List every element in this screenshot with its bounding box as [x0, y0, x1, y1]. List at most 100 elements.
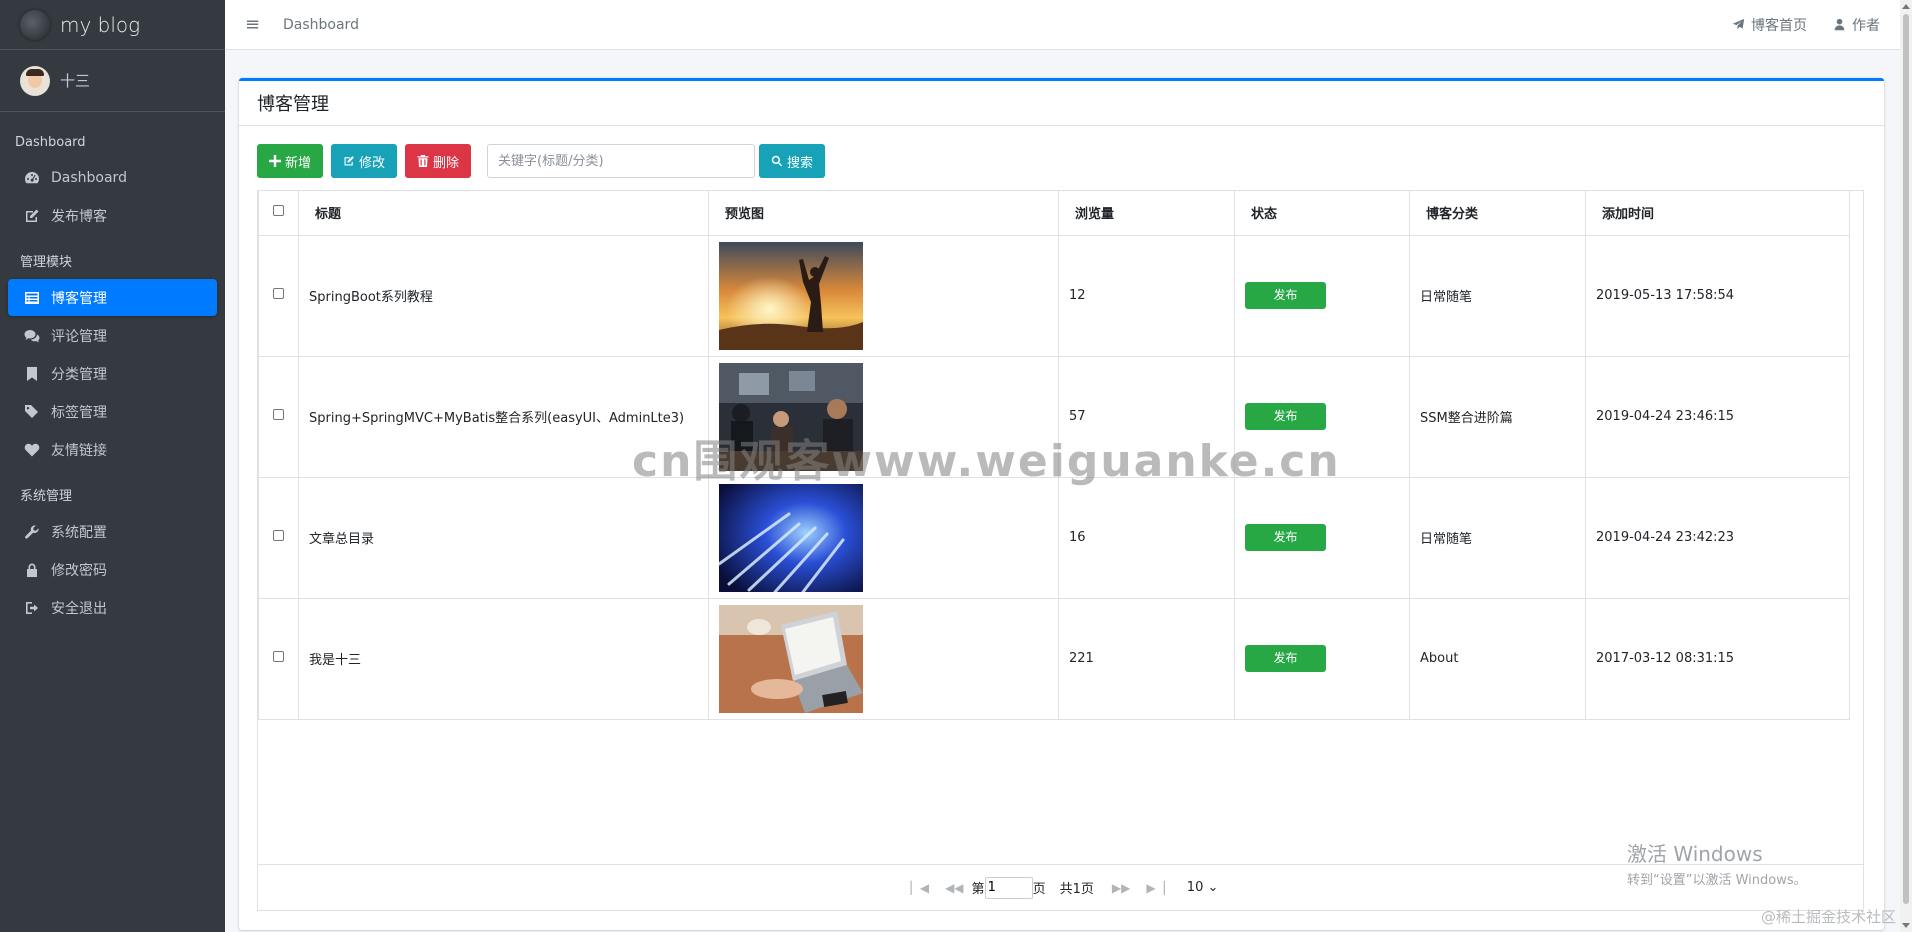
select-all-checkbox[interactable]: [273, 205, 284, 217]
sidebar-item-label: 博客管理: [51, 290, 107, 307]
cell-views: 57: [1058, 355, 1235, 478]
table-row[interactable]: 我是十三 221 发布 About 2017-03-12 08:31:15: [258, 597, 1850, 720]
trash-icon: [417, 155, 429, 167]
scroll-thumb[interactable]: [1903, 14, 1909, 904]
column-header-status[interactable]: 状态: [1234, 191, 1410, 236]
sidebar-item-comments[interactable]: 评论管理: [8, 317, 217, 354]
cell-added: 2017-03-12 08:31:15: [1585, 597, 1850, 720]
user-name: 十三: [60, 72, 91, 90]
plus-icon: [269, 155, 281, 167]
row-checkbox[interactable]: [273, 409, 284, 420]
add-button[interactable]: 新增: [257, 144, 324, 178]
nav-header-management: 管理模块: [20, 255, 73, 270]
page-size-value: 10: [1186, 880, 1204, 895]
sidebar-item-publish-blog[interactable]: 发布博客: [8, 197, 217, 234]
status-button[interactable]: 发布: [1245, 282, 1326, 309]
cell-status: 发布: [1234, 234, 1410, 357]
column-header-title[interactable]: 标题: [298, 191, 709, 236]
page-prefix: 第: [971, 882, 985, 897]
tags-icon: [23, 403, 41, 421]
search-icon: [771, 155, 783, 167]
search-input[interactable]: [487, 144, 756, 178]
paper-plane-icon: [1732, 18, 1745, 30]
sidebar-item-label: 友情链接: [51, 442, 107, 459]
sidebar-item-change-password[interactable]: 修改密码: [8, 551, 217, 588]
status-button[interactable]: 发布: [1245, 403, 1326, 430]
cell-preview: [708, 355, 1059, 478]
column-header-preview[interactable]: 预览图: [708, 191, 1059, 236]
table-row[interactable]: SpringBoot系列教程 12 发布 日常随笔 2019-05-13 17:…: [258, 234, 1850, 357]
sidebar-item-dashboard[interactable]: Dashboard: [8, 159, 217, 196]
row-checkbox-cell[interactable]: [258, 476, 299, 599]
blog-home-link[interactable]: 博客首页: [1732, 15, 1807, 35]
brand-logo: [20, 9, 50, 40]
search-button[interactable]: 搜索: [759, 144, 826, 178]
column-header-views[interactable]: 浏览量: [1058, 191, 1235, 236]
sidebar-item-label: 评论管理: [51, 328, 107, 345]
row-checkbox[interactable]: [273, 651, 284, 662]
toolbar: 新增 修改 删除 搜索: [257, 144, 833, 178]
column-header-added[interactable]: 添加时间: [1585, 191, 1850, 236]
add-label: 新增: [285, 155, 312, 171]
status-button[interactable]: 发布: [1245, 645, 1326, 672]
delete-button[interactable]: 删除: [405, 144, 472, 178]
bookmark-icon: [23, 365, 41, 383]
author-link[interactable]: 作者: [1833, 15, 1880, 35]
preview-image-fiber[interactable]: [719, 483, 863, 592]
user-icon: [1834, 18, 1845, 31]
cell-status: 发布: [1234, 597, 1410, 720]
sidebar-item-links[interactable]: 友情链接: [8, 431, 217, 468]
select-all-checkbox-cell[interactable]: [258, 191, 299, 236]
cell-title: SpringBoot系列教程: [298, 234, 709, 357]
prev-page-icon[interactable]: ◀◀: [945, 881, 963, 895]
table-header-row: 标题 预览图 浏览量 状态 博客分类 添加时间: [258, 191, 1850, 236]
row-checkbox-cell[interactable]: [258, 234, 299, 357]
scroll-up-icon[interactable]: [1902, 4, 1910, 9]
wrench-icon: [23, 523, 41, 541]
page-suffix: 页: [1032, 882, 1046, 897]
preview-image-laptop[interactable]: [719, 604, 863, 713]
row-checkbox-cell[interactable]: [258, 355, 299, 478]
total-pages: 共1页: [1059, 882, 1094, 897]
sidebar-item-tags[interactable]: 标签管理: [8, 393, 217, 430]
page-size-select[interactable]: 10 ⌄: [1187, 880, 1219, 895]
preview-image-office[interactable]: [719, 362, 863, 471]
sidebar: my blog 十三 Dashboard Dashboard 发布博客 管理模块…: [0, 0, 225, 932]
chevron-down-icon: ⌄: [1207, 880, 1219, 895]
preview-image-sunset[interactable]: [719, 241, 863, 350]
row-checkbox[interactable]: [273, 288, 284, 299]
table-row[interactable]: Spring+SpringMVC+MyBatis整合系列(easyUI、Admi…: [258, 355, 1850, 478]
card-title: 博客管理: [239, 81, 1884, 126]
cell-title: Spring+SpringMVC+MyBatis整合系列(easyUI、Admi…: [298, 355, 709, 478]
column-header-category[interactable]: 博客分类: [1409, 191, 1586, 236]
sign-out-icon: [23, 599, 41, 617]
menu-toggle-icon[interactable]: ≡: [245, 14, 265, 35]
sidebar-item-system-config[interactable]: 系统配置: [8, 513, 217, 550]
blog-table-container: 标题 预览图 浏览量 状态 博客分类 添加时间 SpringBoot系列教程 1…: [257, 190, 1864, 911]
last-page-icon[interactable]: ▶▕: [1146, 881, 1164, 895]
sidebar-item-blog-management[interactable]: 博客管理: [8, 279, 217, 316]
table-row[interactable]: 文章总目录 16 发布 日常随笔 2019-04-24 23:42:23: [258, 476, 1850, 599]
cell-title: 文章总目录: [298, 476, 709, 599]
row-checkbox-cell[interactable]: [258, 597, 299, 720]
cell-preview: [708, 597, 1059, 720]
page-number-input[interactable]: [984, 876, 1033, 899]
sidebar-item-logout[interactable]: 安全退出: [8, 589, 217, 626]
cell-views: 16: [1058, 476, 1235, 599]
user-panel[interactable]: 十三: [0, 50, 225, 112]
edit-button[interactable]: 修改: [331, 144, 398, 178]
status-button[interactable]: 发布: [1245, 524, 1326, 551]
sidebar-item-label: Dashboard: [51, 169, 127, 186]
page-scrollbar[interactable]: [1900, 0, 1912, 932]
sidebar-item-categories[interactable]: 分类管理: [8, 355, 217, 392]
breadcrumb[interactable]: Dashboard: [283, 17, 359, 33]
heart-icon: [23, 441, 41, 459]
lock-icon: [23, 561, 41, 579]
cell-preview: [708, 234, 1059, 357]
next-page-icon[interactable]: ▶▶: [1112, 881, 1130, 895]
first-page-icon[interactable]: ▏◀: [911, 881, 929, 895]
brand[interactable]: my blog: [0, 0, 225, 50]
scroll-down-icon[interactable]: [1902, 923, 1910, 928]
top-links: 博客首页 作者: [1732, 15, 1880, 35]
row-checkbox[interactable]: [273, 530, 284, 541]
